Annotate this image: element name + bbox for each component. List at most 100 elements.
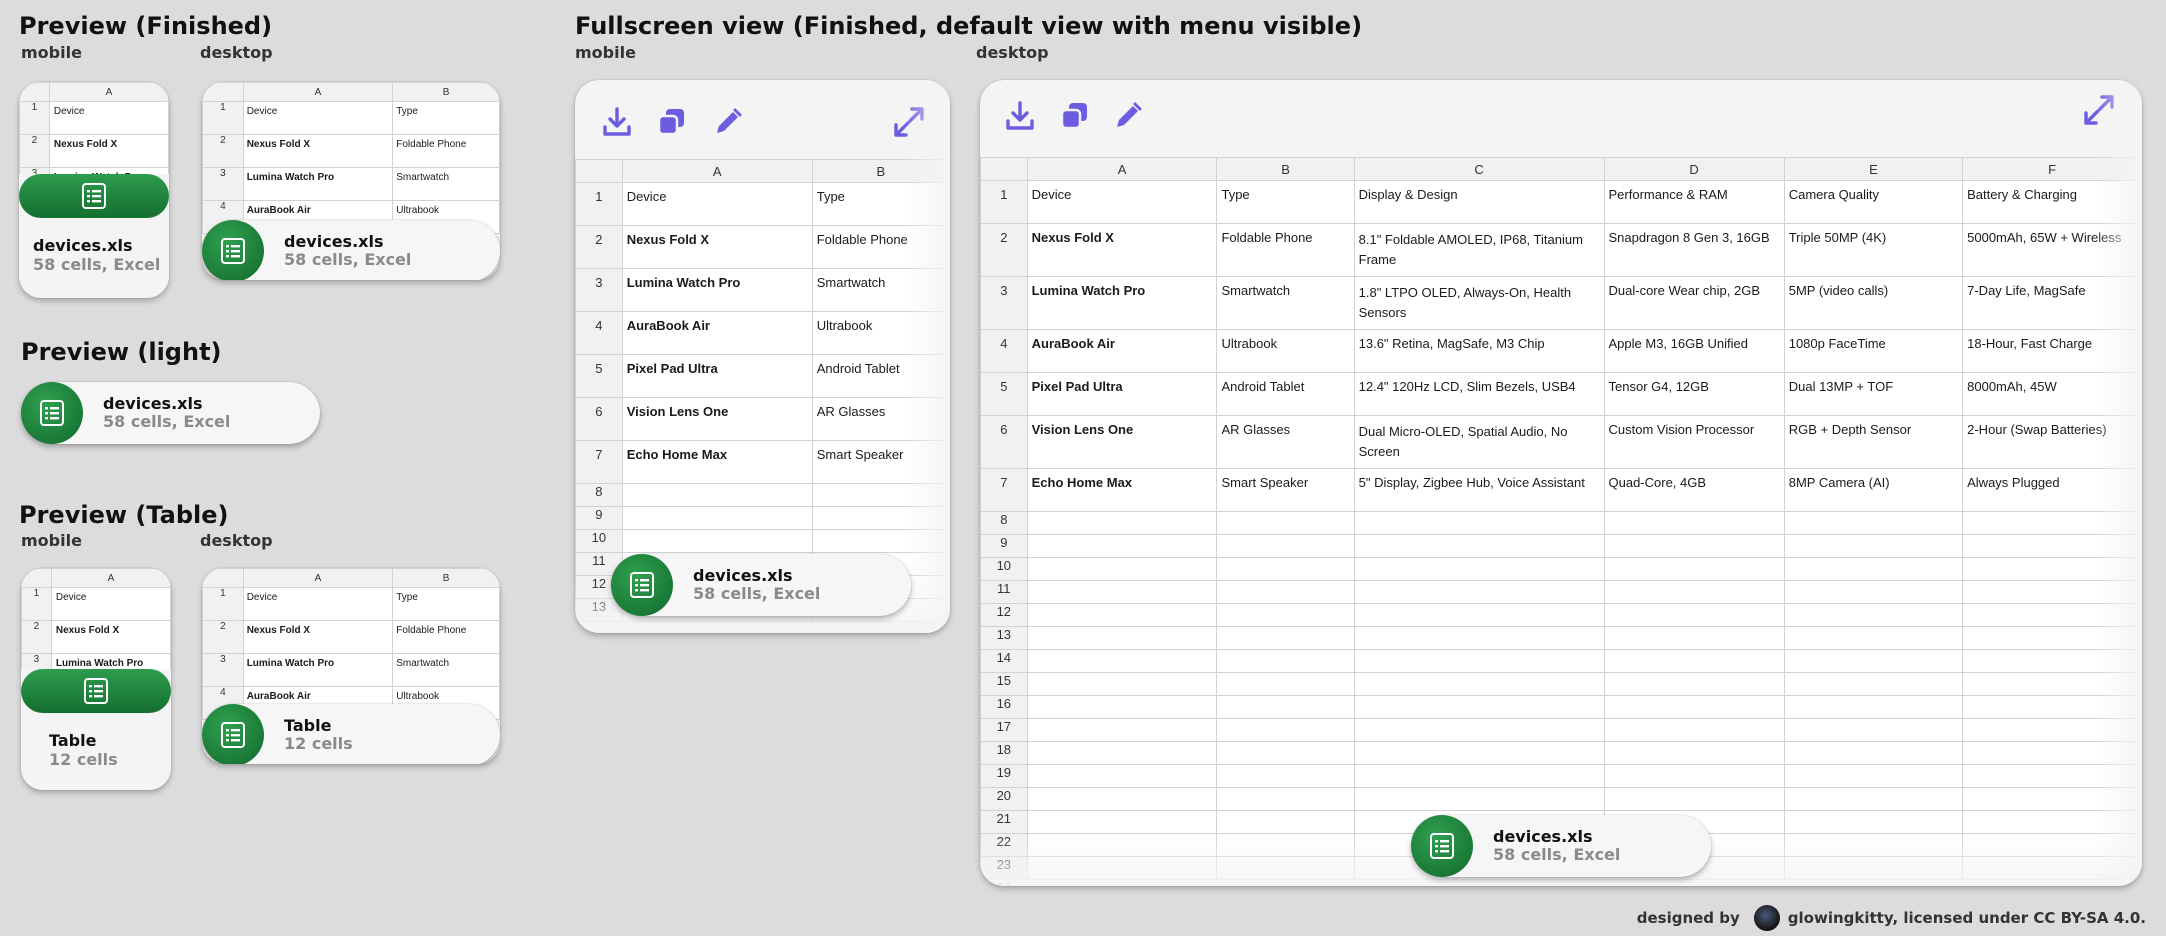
cell[interactable]: Dual-core Wear chip, 2GB (1603, 276, 1785, 330)
preview-table-mobile-card[interactable]: A 1 Device 2 Nexus Fold X 3 Lumina Watch Pr… (21, 568, 171, 790)
download-button[interactable] (597, 102, 637, 142)
cell[interactable]: Display & Design (1353, 180, 1605, 224)
cell[interactable]: Dual 13MP + TOF (1783, 372, 1964, 416)
cell[interactable]: Always Plugged (1962, 468, 2142, 512)
credit-text[interactable]: glowingkitty, licensed under CC BY-SA 4.… (1788, 909, 2146, 927)
cell[interactable]: Android Tablet (1216, 372, 1355, 416)
cell[interactable]: AuraBook Air (621, 311, 813, 355)
cell[interactable]: Pixel Pad Ultra (1026, 372, 1218, 416)
cell: Foldable Phone (392, 620, 500, 654)
fullscreen-button[interactable] (889, 102, 929, 142)
cell: Nexus Fold X (242, 134, 394, 168)
cell[interactable]: 8000mAh, 45W (1962, 372, 2142, 416)
cell[interactable]: Echo Home Max (621, 440, 813, 484)
preview-light-chip[interactable]: devices.xls 58 cells, Excel (21, 382, 320, 444)
table-chip[interactable]: Table 12 cells (202, 704, 500, 764)
cell[interactable]: 12.4" 120Hz LCD, Slim Bezels, USB4 (1353, 372, 1605, 416)
cell[interactable]: Android Tablet (811, 354, 950, 398)
cell[interactable]: Vision Lens One (1026, 415, 1218, 469)
cell[interactable]: Smartwatch (1216, 276, 1355, 330)
cell[interactable]: 1.8" LTPO OLED, Always-On, Health Sensor… (1353, 276, 1605, 330)
row-number: 8 (575, 483, 623, 507)
cell[interactable]: 5000mAh, 65W + Wireless (1962, 223, 2142, 277)
cell[interactable]: 7-Day Life, MagSafe (1962, 276, 2142, 330)
cell[interactable]: 18-Hour, Fast Charge (1962, 329, 2142, 373)
designed-by-label: designed by (1636, 909, 1740, 927)
copy-button[interactable] (1055, 96, 1095, 136)
cell[interactable]: Pixel Pad Ultra (621, 354, 813, 398)
cell[interactable]: 13.6" Retina, MagSafe, M3 Chip (1353, 329, 1605, 373)
cell[interactable]: 2-Hour (Swap Batteries) (1962, 415, 2142, 469)
corner-cell (19, 82, 50, 102)
cell[interactable]: Type (1216, 180, 1355, 224)
cell[interactable]: Lumina Watch Pro (621, 268, 813, 312)
cell[interactable]: RGB + Depth Sensor (1783, 415, 1964, 469)
cell[interactable]: Foldable Phone (1216, 223, 1355, 277)
edit-button[interactable] (1108, 96, 1148, 136)
cell[interactable]: Camera Quality (1783, 180, 1964, 224)
cell[interactable]: Smart Speaker (811, 440, 950, 484)
preview-table-desktop-card[interactable]: AB 1 Device Type 2 Nexus Fold X Foldable Pho… (202, 568, 500, 764)
row-number: 18 (980, 741, 1028, 765)
cell[interactable]: Performance & RAM (1603, 180, 1785, 224)
cell[interactable]: Smart Speaker (1216, 468, 1355, 512)
cell[interactable]: Tensor G4, 12GB (1603, 372, 1785, 416)
preview-finished-mobile-card[interactable]: A 1Device 2Nexus Fold X 3Lumina Watch Pr… (19, 82, 169, 298)
cell[interactable]: AuraBook Air (1026, 329, 1218, 373)
copy-icon (1060, 103, 1087, 130)
row-number: 2 (980, 223, 1028, 277)
cell[interactable]: Device (621, 182, 813, 226)
column-header: F (1962, 157, 2142, 181)
cell[interactable]: Nexus Fold X (621, 225, 813, 269)
cell[interactable]: Device (1026, 180, 1218, 224)
row-number: 24 (980, 879, 1028, 886)
cell[interactable]: Ultrabook (811, 311, 950, 355)
cell[interactable]: Vision Lens One (621, 397, 813, 441)
corner-cell (202, 82, 244, 102)
cell[interactable]: AR Glasses (1216, 415, 1355, 469)
cell[interactable]: Snapdragon 8 Gen 3, 16GB (1603, 223, 1785, 277)
cell[interactable]: Lumina Watch Pro (1026, 276, 1218, 330)
row-number: 19 (980, 764, 1028, 788)
cell[interactable]: Echo Home Max (1026, 468, 1218, 512)
cell[interactable]: Custom Vision Processor (1603, 415, 1785, 469)
download-button[interactable] (1000, 96, 1040, 136)
cell[interactable]: Apple M3, 16GB Unified (1603, 329, 1785, 373)
row-number: 4 (980, 329, 1028, 373)
cell[interactable]: Dual Micro-OLED, Spatial Audio, No Scree… (1353, 415, 1605, 469)
pencil-icon (717, 108, 742, 133)
column-header: B (392, 82, 500, 102)
cell: Device (242, 587, 394, 621)
row-number: 7 (575, 440, 623, 484)
cell[interactable]: 5MP (video calls) (1783, 276, 1964, 330)
cell[interactable]: Ultrabook (1216, 329, 1355, 373)
cell[interactable]: Battery & Charging (1962, 180, 2142, 224)
cell[interactable]: Nexus Fold X (1026, 223, 1218, 277)
footer-credit: designed by glowingkitty, licensed under… (1637, 905, 2146, 931)
edit-button[interactable] (708, 102, 748, 142)
heading-preview-finished: Preview (Finished) (19, 12, 273, 40)
cell[interactable]: Type (811, 182, 950, 226)
label-desktop: desktop (976, 43, 1049, 62)
cell[interactable]: 8MP Camera (AI) (1783, 468, 1964, 512)
table-meta: 12 cells (284, 734, 353, 753)
pencil-icon (1117, 102, 1142, 127)
cell[interactable]: AR Glasses (811, 397, 950, 441)
cell: Nexus Fold X (48, 134, 169, 168)
file-chip[interactable]: devices.xls 58 cells, Excel (1411, 815, 1711, 877)
row-number: 16 (980, 695, 1028, 719)
cell[interactable]: 1080p FaceTime (1783, 329, 1964, 373)
column-header: D (1603, 157, 1785, 181)
cell[interactable]: Triple 50MP (4K) (1783, 223, 1964, 277)
file-chip[interactable]: devices.xls 58 cells, Excel (611, 554, 911, 616)
copy-button[interactable] (652, 102, 692, 142)
row-number: 2 (19, 134, 50, 168)
cell[interactable]: 8.1" Foldable AMOLED, IP68, Titanium Fra… (1353, 223, 1605, 277)
cell[interactable]: Quad-Core, 4GB (1603, 468, 1785, 512)
cell[interactable]: 5" Display, Zigbee Hub, Voice Assistant (1353, 468, 1605, 512)
fullscreen-button[interactable] (2079, 90, 2119, 130)
file-chip[interactable]: devices.xls 58 cells, Excel (202, 220, 500, 280)
preview-finished-desktop-card[interactable]: AB 1 Device Type 2 Nexus Fold X Foldable Pho… (202, 82, 500, 280)
cell[interactable]: Smartwatch (811, 268, 950, 312)
cell[interactable]: Foldable Phone (811, 225, 950, 269)
